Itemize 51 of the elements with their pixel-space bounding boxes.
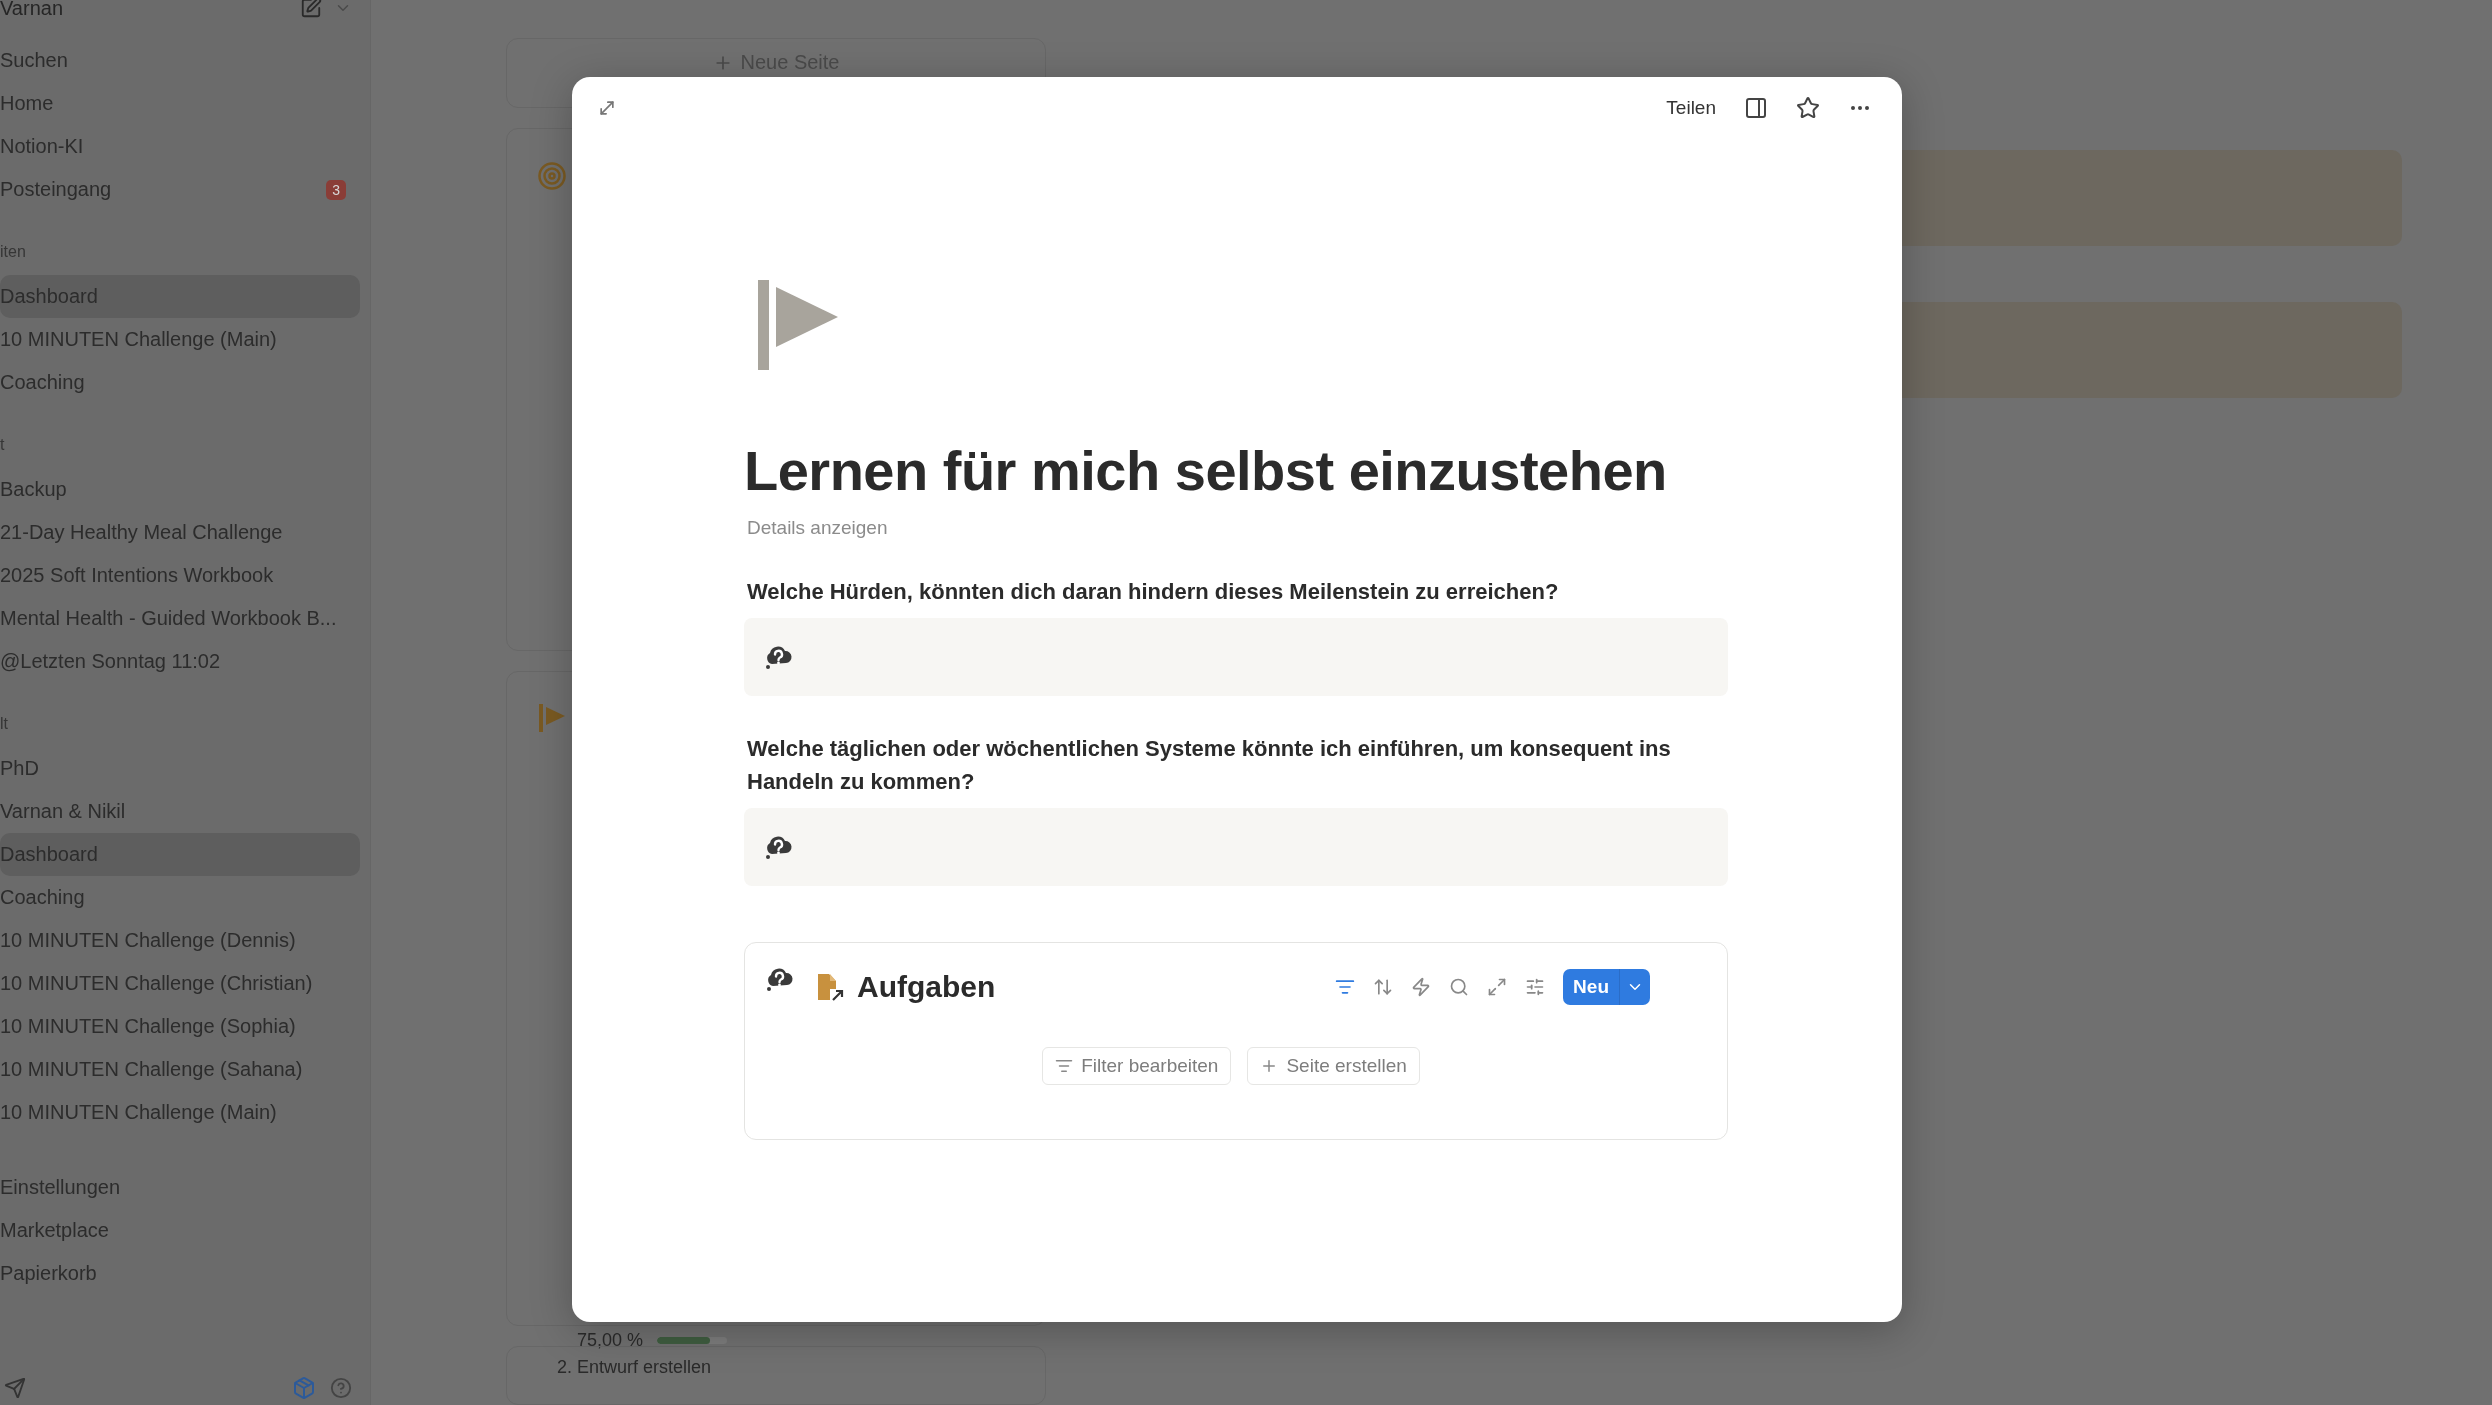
new-button[interactable]: Neu [1563, 969, 1619, 1005]
expand-icon[interactable] [1487, 977, 1508, 997]
sidebar-item[interactable]: Backup [0, 468, 360, 511]
sidebar-item[interactable]: Posteingang [0, 178, 327, 201]
send-icon[interactable] [4, 1377, 26, 1399]
share-button[interactable]: Teilen [1666, 97, 1716, 119]
card-title: 2. Entwurf erstellen [557, 1357, 713, 1379]
sidebar-item[interactable]: Mental Health - Guided Workbook B... [0, 597, 360, 640]
filter-button[interactable]: Filter bearbeiten [1042, 1047, 1232, 1085]
side-panel-icon[interactable] [1744, 96, 1768, 120]
page-title: Lernen für mich selbst einzustehen [744, 438, 1668, 503]
sidebar-item[interactable]: Marketplace [0, 1209, 360, 1252]
sidebar-item[interactable]: 21-Day Healthy Meal Challenge [0, 511, 360, 554]
create-page-button[interactable]: Seite erstellen [1247, 1047, 1420, 1085]
sidebar-item[interactable]: 2025 Soft Intentions Workbook [0, 554, 360, 597]
sidebar-item[interactable]: Einstellungen [0, 1166, 360, 1209]
target-icon [537, 161, 567, 192]
database-title[interactable]: Aufgaben [857, 970, 996, 1004]
question-text: Welche Hürden, könnten dich daran hindern dieses Meilenstein zu erreichen? [747, 578, 1560, 606]
flag-icon [537, 701, 567, 734]
workspace-name[interactable]: Varnan [0, 0, 300, 20]
sidebar-item[interactable]: 10 MINUTEN Challenge (Dennis) [0, 919, 360, 962]
progress-reading: 75,00 % [577, 1330, 644, 1352]
lightning-icon[interactable] [1411, 977, 1432, 997]
sidebar-item[interactable]: 10 MINUTEN Challenge (Sahana) [0, 1048, 360, 1091]
filter-icon [1055, 1057, 1074, 1075]
star-icon[interactable] [1796, 96, 1820, 120]
sidebar-item[interactable]: Suchen [0, 49, 346, 72]
sidebar-item[interactable]: Coaching [0, 361, 360, 404]
sidebar-item[interactable]: Notion-KI [0, 135, 346, 158]
sort-icon[interactable] [1373, 977, 1394, 997]
document-arrow-icon [815, 972, 845, 1002]
new-page-icon[interactable] [300, 0, 322, 19]
count-badge: 3 [326, 179, 346, 200]
sidebar-item[interactable]: 10 MINUTEN Challenge (Christian) [0, 962, 360, 1005]
details-link[interactable]: Details anzeigen [747, 517, 888, 539]
sidebar-item[interactable]: Home [0, 92, 346, 115]
sidebar-item[interactable]: @Letzten Sonntag 11:02 [0, 640, 360, 683]
expand-icon[interactable] [597, 98, 617, 118]
filter-icon[interactable] [1335, 977, 1356, 997]
sidebar-item[interactable]: Coaching [0, 876, 360, 919]
sidebar-item[interactable]: 10 MINUTEN Challenge (Main) [0, 1091, 360, 1134]
sidebar-item[interactable]: PhD [0, 747, 360, 790]
search-icon[interactable] [1449, 977, 1470, 997]
settings-icon[interactable] [1525, 977, 1546, 997]
question-text: Welche täglichen oder wöchentlichen Systeme könnte ich einführen, um konsequent ins Handeln zu kommen? [747, 735, 1672, 796]
help-icon[interactable] [330, 1377, 352, 1399]
sidebar-item[interactable]: 10 MINUTEN Challenge (Sophia) [0, 1005, 360, 1048]
sidebar-item[interactable]: Varnan & Nikil [0, 790, 360, 833]
sidebar-item[interactable]: 10 MINUTEN Challenge (Main) [0, 318, 360, 361]
sidebar-item[interactable]: Papierkorb [0, 1252, 360, 1295]
